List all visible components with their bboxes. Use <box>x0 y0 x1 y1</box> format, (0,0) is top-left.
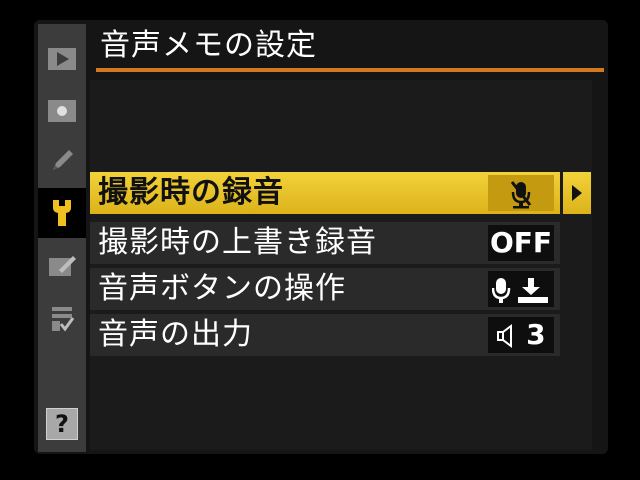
tab-retouch[interactable] <box>38 242 86 292</box>
menu-item-label: 音声の出力 <box>98 317 253 352</box>
menu-item-overwrite-record[interactable]: 撮影時の上書き録音 OFF <box>90 222 560 264</box>
menu-item-label: 撮影時の上書き録音 <box>98 225 377 260</box>
title-divider <box>96 68 604 72</box>
my-menu-icon <box>52 307 75 332</box>
menu-item-value: 3 <box>488 317 554 353</box>
playback-icon <box>48 48 76 70</box>
tab-playback[interactable] <box>38 34 86 84</box>
tab-shooting[interactable] <box>38 86 86 136</box>
volume-level: 3 <box>526 318 546 351</box>
menu-item-label: 撮影時の録音 <box>98 175 284 210</box>
custom-settings-pencil-icon <box>53 150 73 170</box>
speaker-icon <box>497 324 513 348</box>
setup-wrench-icon <box>53 200 71 226</box>
menu-item-value: OFF <box>488 225 554 261</box>
menu-panel <box>90 80 592 450</box>
tab-setup[interactable] <box>38 188 86 238</box>
tab-my-menu[interactable] <box>38 294 86 344</box>
chevron-right-icon <box>572 185 582 201</box>
tab-custom-settings[interactable] <box>38 136 86 186</box>
page-title: 音声メモの設定 <box>100 28 317 63</box>
mic-off-icon <box>510 181 532 209</box>
menu-item-audio-output[interactable]: 音声の出力 3 <box>90 314 560 356</box>
menu-item-voice-button-operation[interactable]: 音声ボタンの操作 <box>90 268 560 310</box>
menu-tab-rail: ? <box>38 24 86 452</box>
menu-item-value <box>488 271 554 307</box>
mic-press-icon <box>491 278 548 303</box>
retouch-icon <box>49 256 76 276</box>
menu-item-record-on-shooting[interactable]: 撮影時の録音 <box>90 172 560 214</box>
submenu-arrow[interactable] <box>563 172 591 214</box>
shooting-icon <box>48 100 76 122</box>
help-button[interactable]: ? <box>46 408 78 440</box>
menu-item-label: 音声ボタンの操作 <box>98 271 346 306</box>
menu-item-value <box>488 175 554 211</box>
